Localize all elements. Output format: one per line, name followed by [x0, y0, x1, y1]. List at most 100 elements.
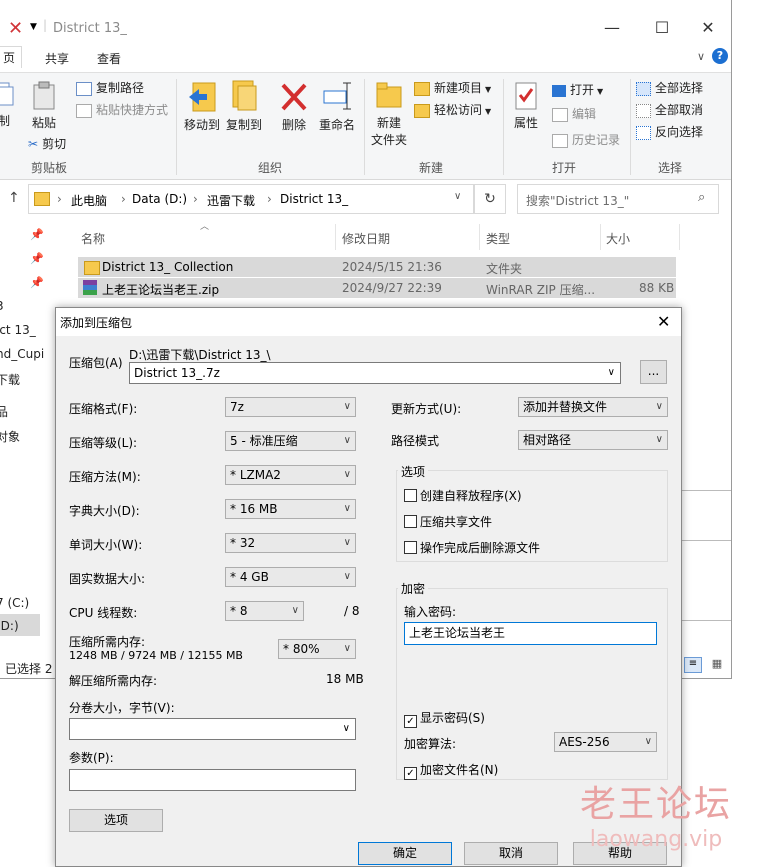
browse-button[interactable]: ... [640, 360, 667, 384]
history-button[interactable]: 历史记录 [552, 131, 620, 148]
archive-name-combo[interactable]: District 13_.7z ∨ [129, 362, 621, 384]
memory-percent-select[interactable]: * 80% ∨ [278, 639, 356, 659]
column-name[interactable]: 名称 [81, 230, 105, 247]
address-bar[interactable]: › 此电脑 › Data (D:) › 迅雷下载 › District 13_ … [28, 184, 474, 214]
history-dropdown-icon[interactable]: ∨ [454, 191, 461, 202]
pin-icon[interactable]: 📌 [30, 228, 44, 241]
close-button[interactable]: ✕ [688, 18, 728, 37]
qat-dropdown-icon[interactable]: ▼ [30, 22, 37, 32]
column-modified[interactable]: 修改日期 [342, 230, 390, 247]
parameters-input[interactable] [69, 769, 356, 791]
close-x-icon[interactable]: ✕ [8, 18, 23, 39]
move-to-button[interactable]: 移动到 [183, 79, 221, 133]
tab-share[interactable]: 共享 [45, 50, 69, 67]
open-button[interactable]: 打开 ▼ [552, 81, 603, 98]
up-arrow-icon[interactable]: ↑ [8, 190, 20, 206]
new-item-icon [414, 81, 430, 96]
chevron-down-icon: ∨ [343, 537, 351, 548]
details-view-icon[interactable]: ≡ [684, 657, 702, 673]
cancel-button[interactable]: 取消 [464, 842, 558, 865]
word-size-select[interactable]: * 32 ∨ [225, 533, 356, 553]
breadcrumb-this-pc[interactable]: 此电脑 [71, 192, 107, 209]
table-row[interactable]: District 13_ Collection 2024/5/15 21:36 … [78, 257, 676, 277]
breadcrumb-downloads[interactable]: 迅雷下载 [207, 192, 255, 209]
cut-button[interactable]: ✂ 剪切 [28, 135, 66, 152]
help-icon[interactable]: ? [712, 48, 728, 64]
checkbox-unchecked-icon [404, 489, 417, 502]
update-mode-label: 更新方式(U): [391, 402, 462, 416]
nav-item[interactable]: nd_Cupi [0, 347, 44, 361]
paste-button[interactable]: 粘贴 [28, 81, 60, 131]
properties-button[interactable]: 属性 [510, 81, 542, 131]
select-all-button[interactable]: 全部选择 [636, 79, 703, 96]
method-select[interactable]: * LZMA2 ∨ [225, 465, 356, 485]
split-size-label: 分卷大小，字节(V): [69, 701, 175, 715]
nav-item-c-drive[interactable]: 7 (C:) [0, 596, 29, 610]
minimize-button[interactable]: — [592, 18, 632, 37]
pin-icon[interactable]: 📌 [30, 252, 44, 265]
column-type[interactable]: 类型 [486, 230, 510, 247]
ok-button[interactable]: 确定 [358, 842, 452, 865]
winrar-zip-icon [83, 280, 97, 295]
copy-to-icon [232, 80, 257, 111]
column-size[interactable]: 大小 [606, 230, 630, 247]
nav-item[interactable]: 对象 [0, 428, 20, 445]
copy-path-button[interactable]: 复制路径 [76, 79, 144, 96]
chevron-down-icon: ∨ [342, 723, 350, 734]
paste-shortcut-button[interactable]: 粘贴快捷方式 [76, 101, 168, 118]
nav-item[interactable]: 3 [0, 299, 4, 313]
archive-label: 压缩包(A) [69, 356, 123, 370]
copy-path-icon [76, 81, 92, 96]
breadcrumb-drive[interactable]: Data (D:) [132, 192, 187, 206]
maximize-button[interactable]: ☐ [642, 18, 682, 37]
tab-view[interactable]: 查看 [97, 50, 121, 67]
split-size-combo[interactable]: ∨ [69, 718, 356, 740]
nav-item[interactable]: 下载 [0, 371, 20, 388]
edit-button[interactable]: 编辑 [552, 105, 596, 122]
path-mode-select[interactable]: 相对路径 ∨ [518, 430, 668, 450]
password-input[interactable]: 上老王论坛当老王 [404, 622, 657, 645]
new-item-button[interactable]: 新建项目 ▼ [414, 79, 491, 96]
create-sfx-checkbox[interactable]: 创建自释放程序(X) [404, 487, 522, 504]
chevron-right-icon: › [121, 192, 126, 206]
format-select[interactable]: 7z ∨ [225, 397, 356, 417]
options-button[interactable]: 选项 [69, 809, 163, 832]
refresh-button[interactable]: ↻ [474, 184, 506, 214]
update-mode-select[interactable]: 添加并替换文件 ∨ [518, 397, 668, 417]
nav-item[interactable]: 品 [0, 403, 8, 420]
copy-to-button[interactable]: 复制到 [225, 79, 263, 133]
invert-selection-button[interactable]: 反向选择 [636, 123, 703, 140]
nav-item-d-drive[interactable]: (D:) [0, 619, 19, 633]
cpu-threads-select[interactable]: * 8 ∨ [225, 601, 304, 621]
solid-size-select[interactable]: * 4 GB ∨ [225, 567, 356, 587]
search-input[interactable]: 搜索"District 13_" ⌕ [517, 184, 719, 214]
checkbox-unchecked-icon [404, 541, 417, 554]
delete-button[interactable]: 删除 [279, 79, 309, 133]
select-none-icon [636, 103, 651, 118]
select-none-button[interactable]: 全部取消 [636, 101, 703, 118]
rename-button[interactable]: 重命名 [317, 79, 357, 133]
nav-item[interactable]: ict 13_ [0, 323, 36, 337]
compress-shared-checkbox[interactable]: 压缩共享文件 [404, 513, 492, 530]
algorithm-select[interactable]: AES-256 ∨ [554, 732, 657, 752]
ribbon-collapse-icon[interactable]: ∨ [697, 50, 705, 63]
pin-icon[interactable]: 📌 [30, 276, 44, 289]
delete-after-checkbox[interactable]: 操作完成后删除源文件 [404, 539, 540, 556]
chevron-down-icon: ∨ [291, 605, 299, 616]
rename-icon [323, 82, 351, 110]
tab-home[interactable]: 页 [0, 46, 23, 68]
new-folder-button[interactable]: 新建 文件夹 [369, 79, 409, 148]
checkbox-checked-icon: ✓ [404, 715, 417, 728]
easy-access-button[interactable]: 轻松访问 ▼ [414, 101, 491, 118]
show-password-checkbox[interactable]: ✓ 显示密码(S) [404, 709, 485, 728]
level-select[interactable]: 5 - 标准压缩 ∨ [225, 431, 356, 451]
tiles-view-icon[interactable]: ▦ [709, 657, 725, 673]
encrypt-names-checkbox[interactable]: ✓ 加密文件名(N) [404, 761, 498, 780]
chevron-down-icon: ∨ [343, 435, 351, 446]
breadcrumb-current[interactable]: District 13_ [280, 192, 348, 206]
table-row[interactable]: 上老王论坛当老王.zip 2024/9/27 22:39 WinRAR ZIP … [78, 278, 676, 298]
dictionary-select[interactable]: * 16 MB ∨ [225, 499, 356, 519]
dictionary-label: 字典大小(D): [69, 504, 140, 518]
dialog-close-button[interactable]: ✕ [657, 312, 670, 331]
copy-button[interactable]: 制 [0, 81, 16, 129]
